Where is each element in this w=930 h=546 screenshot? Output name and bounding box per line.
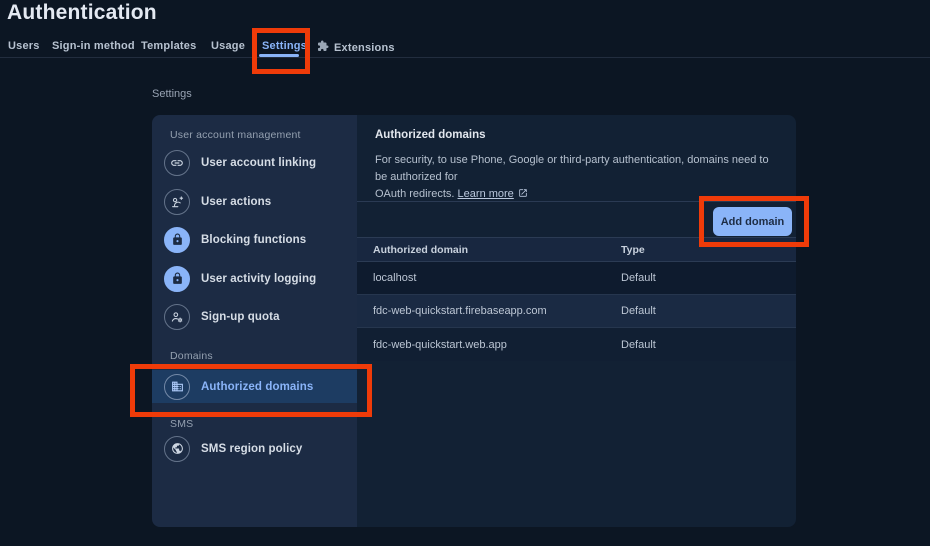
type-cell: Default xyxy=(621,272,796,284)
link-icon xyxy=(164,150,190,176)
add-domain-button[interactable]: Add domain xyxy=(713,207,792,236)
sidebar-item-label: Authorized domains xyxy=(201,381,313,393)
sidebar-section-user-account-management: User account management xyxy=(170,129,301,141)
sidebar-section-domains: Domains xyxy=(170,350,213,362)
sidebar-item-label: User activity logging xyxy=(201,273,316,285)
table-row[interactable]: fdc-web-quickstart.firebaseapp.com Defau… xyxy=(357,295,796,328)
panel-heading: Authorized domains xyxy=(375,129,486,141)
table-row[interactable]: localhost Default xyxy=(357,262,796,295)
sidebar-item-sms-region-policy[interactable]: SMS region policy xyxy=(152,429,357,468)
column-header-type: Type xyxy=(621,244,796,256)
panel-description: For security, to use Phone, Google or th… xyxy=(375,152,779,204)
tab-templates[interactable]: Templates xyxy=(141,40,196,52)
lock-icon xyxy=(164,266,190,292)
sidebar-item-user-account-linking[interactable]: User account linking xyxy=(152,143,357,182)
type-cell: Default xyxy=(621,305,796,317)
tab-sign-in-method[interactable]: Sign-in method xyxy=(52,40,135,52)
person-actions-icon xyxy=(164,189,190,215)
description-line2: OAuth redirects. xyxy=(375,188,454,200)
lock-icon xyxy=(164,227,190,253)
column-header-authorized-domain: Authorized domain xyxy=(357,244,621,256)
sidebar-item-label: User actions xyxy=(201,196,271,208)
type-cell: Default xyxy=(621,339,796,351)
domain-cell: fdc-web-quickstart.web.app xyxy=(357,339,621,351)
description-line1: For security, to use Phone, Google or th… xyxy=(375,152,779,186)
sidebar-item-label: SMS region policy xyxy=(201,443,302,455)
panel-divider xyxy=(357,201,796,202)
manage-accounts-icon xyxy=(164,304,190,330)
tabbar-divider xyxy=(0,57,930,58)
tab-users[interactable]: Users xyxy=(8,40,40,52)
sidebar-item-sign-up-quota[interactable]: Sign-up quota xyxy=(152,297,357,336)
learn-more-link[interactable]: Learn more xyxy=(458,188,514,200)
puzzle-icon xyxy=(317,40,329,55)
table-row[interactable]: fdc-web-quickstart.web.app Default xyxy=(357,328,796,361)
sidebar-item-label: Blocking functions xyxy=(201,234,306,246)
settings-sidebar: User account management User account lin… xyxy=(152,115,357,527)
tab-settings[interactable]: Settings xyxy=(262,40,307,52)
sidebar-item-user-activity-logging[interactable]: User activity logging xyxy=(152,259,357,298)
firebase-authentication-settings-page: Authentication Users Sign-in method Temp… xyxy=(0,0,930,546)
sidebar-item-label: User account linking xyxy=(201,157,316,169)
tab-extensions-label: Extensions xyxy=(334,42,395,54)
settings-section-label: Settings xyxy=(152,88,192,100)
domain-icon xyxy=(164,374,190,400)
sidebar-item-blocking-functions[interactable]: Blocking functions xyxy=(152,220,357,259)
domain-cell: fdc-web-quickstart.firebaseapp.com xyxy=(357,305,621,317)
tab-usage[interactable]: Usage xyxy=(211,40,245,52)
table-header-row: Authorized domain Type xyxy=(357,237,796,262)
authorized-domains-panel: Authorized domains For security, to use … xyxy=(357,115,796,527)
globe-icon xyxy=(164,436,190,462)
page-title: Authentication xyxy=(7,1,157,25)
sidebar-item-label: Sign-up quota xyxy=(201,311,280,323)
settings-card: User account management User account lin… xyxy=(152,115,796,527)
tab-extensions[interactable]: Extensions xyxy=(317,40,395,55)
domain-cell: localhost xyxy=(357,272,621,284)
sidebar-item-user-actions[interactable]: User actions xyxy=(152,182,357,221)
sidebar-item-authorized-domains[interactable]: Authorized domains xyxy=(152,370,357,403)
